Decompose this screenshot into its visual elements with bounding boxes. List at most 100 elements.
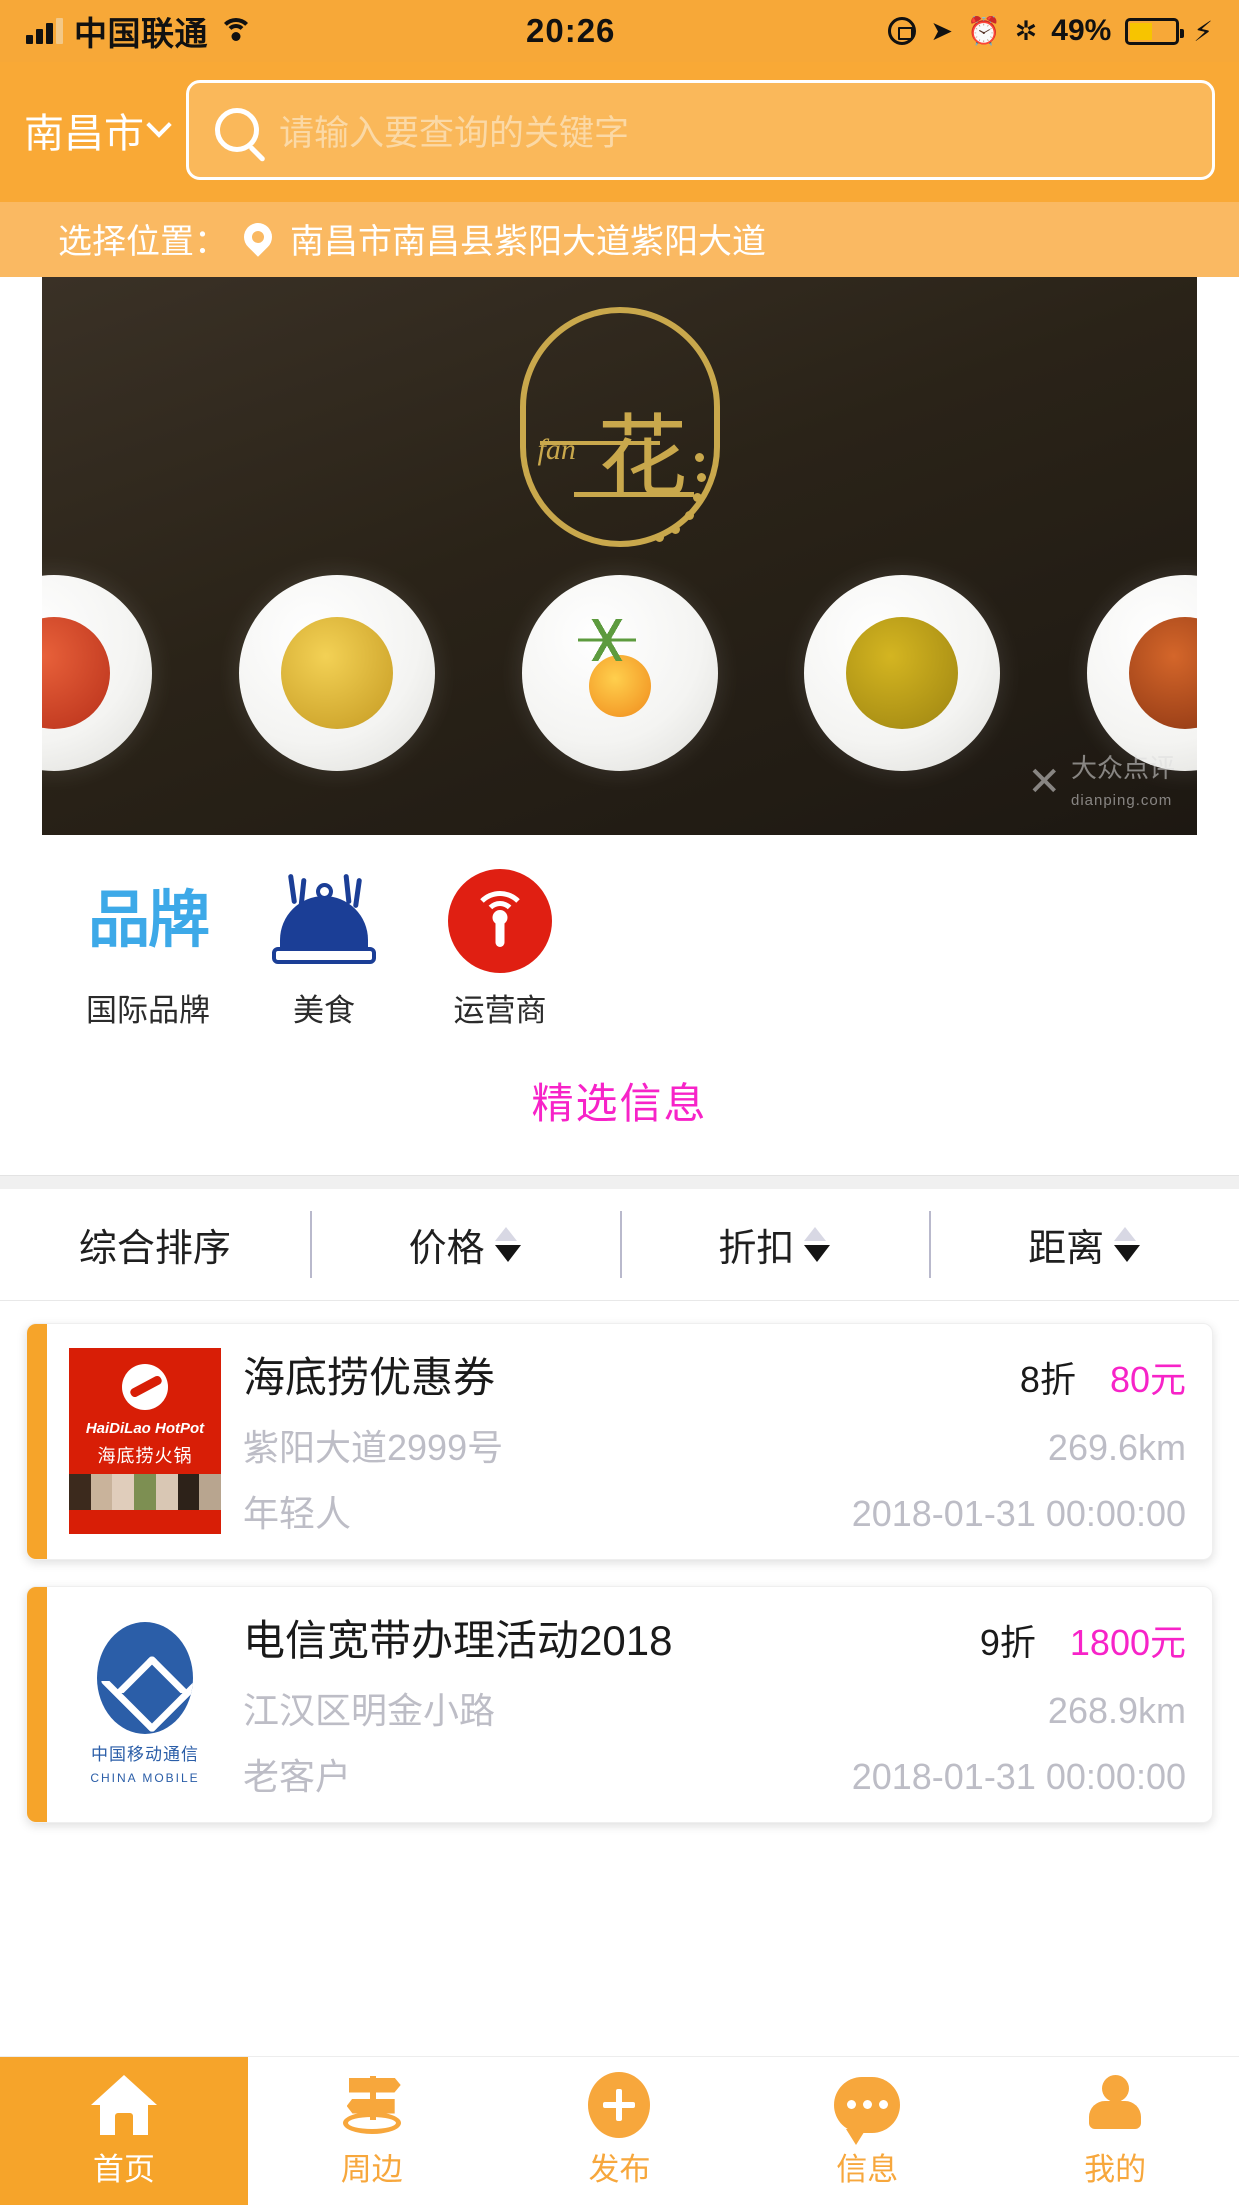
sort-arrows-icon [1114, 1227, 1141, 1262]
bluetooth-icon: ✲ [1014, 15, 1038, 46]
tab-label: 信息 [836, 2151, 899, 2187]
featured-section-title: 精选信息 [531, 1080, 708, 1127]
table-row[interactable]: HaiDiLao HotPot 海底捞火锅 海底捞优惠券 8折 80元 紫阳大道… [26, 1323, 1213, 1560]
sort-option-discount[interactable]: 折扣 [619, 1189, 930, 1300]
category-item-food[interactable]: 美食 [236, 863, 412, 1030]
sort-label: 综合排序 [78, 1228, 231, 1270]
battery-icon [1125, 17, 1185, 45]
sort-bar: 综合排序 价格 折扣 距离 [0, 1189, 1239, 1301]
result-discount: 8折 [1019, 1359, 1076, 1400]
tab-label: 发布 [588, 2151, 651, 2187]
tab-nearby[interactable]: 周边 [248, 2057, 496, 2205]
sort-label: 距离 [1028, 1228, 1105, 1270]
china-mobile-logo: 中国移动通信 CHINA MOBILE [69, 1610, 221, 1797]
sort-arrows-icon [494, 1227, 521, 1262]
result-distance: 268.9km [1047, 1690, 1186, 1731]
app-header: 南昌市 请输入要查询的关键字 [0, 62, 1239, 202]
card-accent-stripe [27, 1324, 47, 1559]
promo-banner[interactable]: fan 花 ✕ 大众点评 dianping.com [42, 277, 1197, 835]
tab-profile[interactable]: 我的 [991, 2057, 1239, 2205]
status-bar-center: 20:26 [253, 12, 888, 50]
results-list: HaiDiLao HotPot 海底捞火锅 海底捞优惠券 8折 80元 紫阳大道… [0, 1301, 1239, 1823]
category-item-operator[interactable]: 运营商 [412, 863, 588, 1030]
carrier-label: 中国联通 [74, 15, 208, 52]
plate-egg-dish [521, 575, 718, 771]
tab-home[interactable]: 首页 [0, 2057, 248, 2205]
result-address: 紫阳大道2999号 [243, 1427, 504, 1468]
sort-arrows-icon [804, 1227, 831, 1262]
brand-text-icon: 品牌 [60, 863, 236, 979]
banner-watermark: ✕ 大众点评 dianping.com [1027, 754, 1175, 811]
result-date: 2018-01-31 00:00:00 [851, 1756, 1186, 1797]
plus-circle-icon [588, 2071, 651, 2138]
location-address: 南昌市南昌县紫阳大道紫阳大道 [290, 223, 766, 261]
thumb-en-label: CHINA MOBILE [90, 1771, 200, 1785]
watermark-sub-label: dianping.com [1070, 792, 1173, 810]
result-price: 80元 [1109, 1359, 1186, 1400]
result-thumbnail: 中国移动通信 CHINA MOBILE [69, 1610, 221, 1797]
result-title: 海底捞优惠券 [243, 1354, 496, 1401]
result-tag: 老客户 [243, 1756, 352, 1797]
search-bar[interactable]: 请输入要查询的关键字 [186, 80, 1215, 180]
search-icon [215, 108, 259, 152]
chat-bubble-icon [834, 2076, 901, 2145]
result-thumbnail: HaiDiLao HotPot 海底捞火锅 [69, 1347, 221, 1534]
sort-option-comprehensive[interactable]: 综合排序 [0, 1189, 310, 1300]
home-icon [90, 2074, 157, 2135]
city-selector[interactable]: 南昌市 [24, 101, 172, 159]
watermark-label: 大众点评 [1070, 752, 1175, 783]
alarm-clock-icon: ⏰ [967, 15, 1001, 46]
result-distance: 269.6km [1047, 1427, 1186, 1468]
status-bar: 中国联通 20:26 ➤ ⏰ ✲ 49% ⚡ [0, 0, 1239, 62]
battery-percent-label: 49% [1051, 14, 1112, 47]
location-label: 选择位置： [58, 223, 228, 261]
plate-tomato-dish [42, 575, 152, 771]
category-row: 品牌 国际品牌 美食 运营商 [0, 835, 1239, 1048]
tab-label: 我的 [1084, 2151, 1147, 2187]
table-row[interactable]: 中国移动通信 CHINA MOBILE 电信宽带办理活动2018 9折 1800… [26, 1586, 1213, 1823]
category-item-brand[interactable]: 品牌 国际品牌 [60, 863, 236, 1030]
haidilao-hotpot-logo: HaiDiLao HotPot 海底捞火锅 [69, 1347, 221, 1534]
tab-label: 首页 [92, 2151, 155, 2187]
result-address: 江汉区明金小路 [243, 1690, 496, 1731]
sort-label: 折扣 [718, 1228, 795, 1270]
chevron-down-icon [146, 112, 172, 138]
signal-tower-icon [448, 869, 552, 973]
status-bar-left: 中国联通 [26, 7, 253, 55]
section-divider [0, 1175, 1239, 1189]
sort-label: 价格 [408, 1228, 485, 1270]
city-label: 南昌市 [24, 112, 144, 156]
bottom-tab-bar: 首页 周边 发布 信息 我的 [0, 2056, 1239, 2205]
brand-icon-text: 品牌 [87, 886, 210, 955]
tab-messages[interactable]: 信息 [743, 2057, 991, 2205]
signpost-icon [335, 2074, 409, 2136]
tab-publish[interactable]: 发布 [496, 2057, 744, 2205]
food-plates-row [42, 573, 1197, 773]
app-root: 中国联通 20:26 ➤ ⏰ ✲ 49% ⚡ 南昌市 请输入要查询的关键字 选择… [0, 0, 1239, 2205]
category-label: 运营商 [453, 993, 547, 1028]
logo-dots-decoration [648, 449, 708, 569]
sort-option-distance[interactable]: 距离 [929, 1189, 1239, 1300]
result-title: 电信宽带办理活动2018 [243, 1617, 673, 1664]
banner-wrapper: fan 花 ✕ 大众点评 dianping.com [0, 277, 1239, 835]
search-input[interactable]: 请输入要查询的关键字 [279, 105, 629, 156]
thumb-en-label: HaiDiLao HotPot [85, 1419, 205, 1437]
thumb-cn-label: 中国移动通信 [91, 1745, 199, 1764]
sort-option-price[interactable]: 价格 [309, 1189, 620, 1300]
map-pin-icon [238, 216, 278, 257]
dianping-mark-icon: ✕ [1027, 760, 1061, 805]
result-discount: 9折 [979, 1622, 1036, 1663]
restaurant-logo: fan 花 [519, 307, 720, 547]
clock-label: 20:26 [526, 12, 616, 49]
plate-pasta-dish [238, 575, 435, 771]
location-arrow-icon: ➤ [930, 15, 954, 46]
status-bar-right: ➤ ⏰ ✲ 49% ⚡ [888, 14, 1213, 48]
rotation-lock-icon [888, 17, 917, 45]
plate-meat-dish [1087, 575, 1197, 771]
signal-bars-icon [26, 18, 63, 44]
location-bar[interactable]: 选择位置： 南昌市南昌县紫阳大道紫阳大道 [0, 202, 1239, 277]
tab-label: 周边 [340, 2151, 403, 2187]
person-icon [1086, 2074, 1144, 2135]
wifi-icon [219, 18, 253, 44]
result-tag: 年轻人 [243, 1493, 352, 1534]
